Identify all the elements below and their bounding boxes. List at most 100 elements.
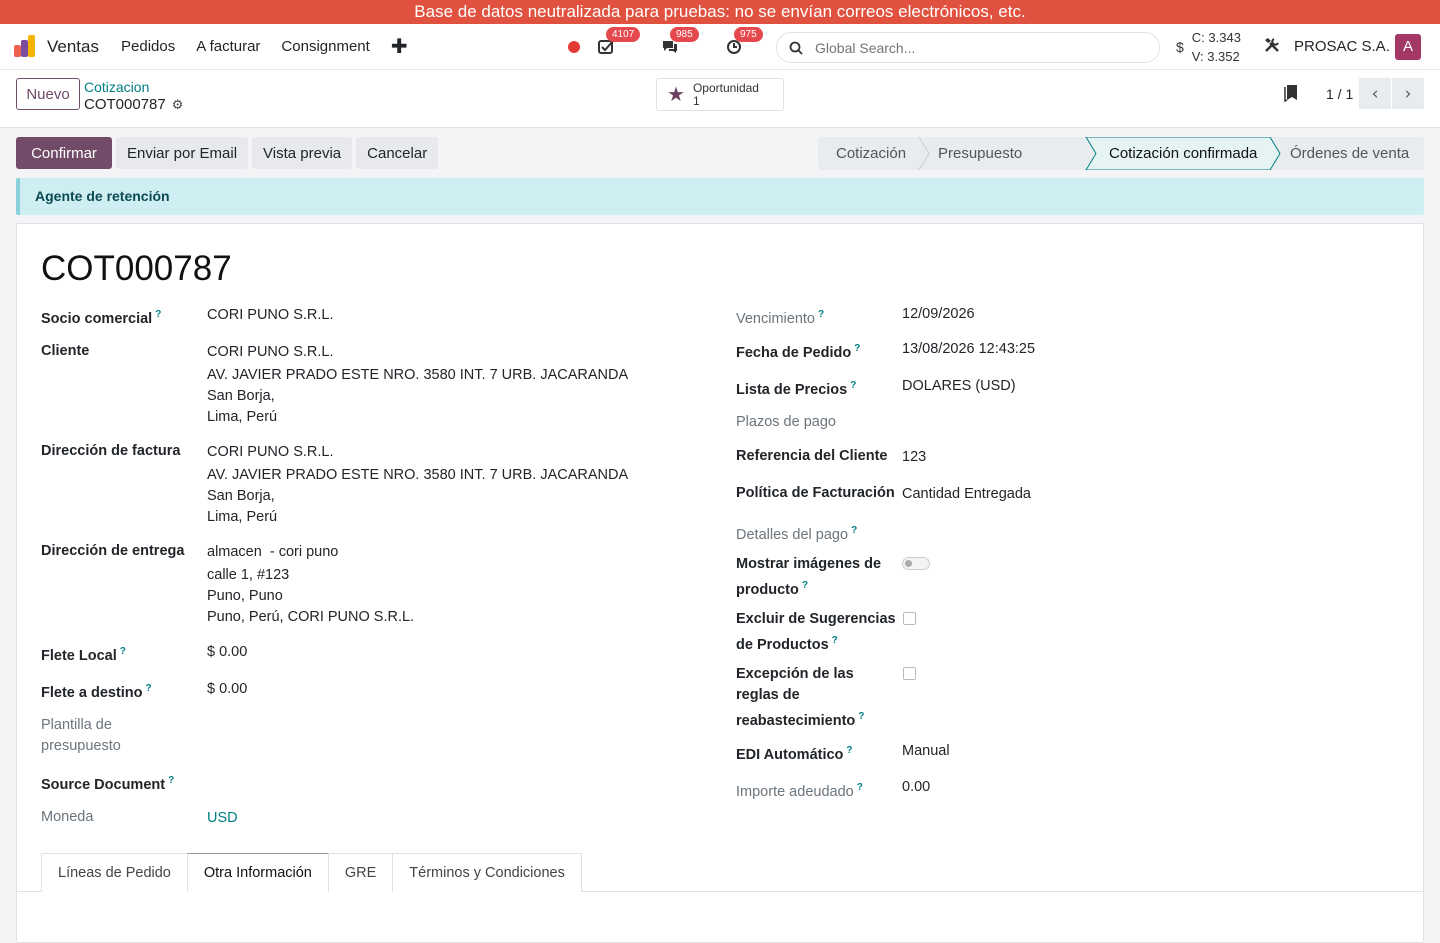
cliente-line-3: San Borja,: [207, 388, 275, 404]
moneda-label: Moneda: [41, 809, 94, 825]
new-button[interactable]: Nuevo: [16, 78, 80, 110]
systray: 4107 985 975: [568, 24, 788, 70]
opportunity-smart-button[interactable]: ★ Oportunidad 1: [656, 78, 784, 111]
politica-facturacion-label: Política de Facturación: [736, 485, 895, 501]
breadcrumb-current: COT000787 ⚙: [84, 96, 183, 113]
global-search-input[interactable]: [815, 39, 1135, 56]
pager-value[interactable]: 1 / 1: [1326, 86, 1353, 102]
help-icon[interactable]: ?: [155, 309, 161, 320]
factura-line-3: San Borja,: [207, 488, 275, 504]
politica-facturacion-value[interactable]: Cantidad Entregada: [902, 484, 1031, 505]
help-icon[interactable]: ?: [818, 309, 824, 320]
form-actions: Confirmar Enviar por Email Vista previa …: [16, 137, 442, 169]
menu-consignment[interactable]: Consignment: [281, 38, 369, 55]
entrega-line-2: calle 1, #123: [207, 567, 290, 583]
direccion-entrega-label: Dirección de entrega: [41, 543, 185, 559]
stage-ordenes-de-venta[interactable]: Órdenes de venta: [1270, 137, 1424, 170]
rate-venta: V: 3.352: [1191, 49, 1240, 64]
messages-icon[interactable]: 985: [660, 27, 699, 57]
cliente-line-4: Lima, Perú: [207, 409, 278, 425]
tab-otra-informacion[interactable]: Otra Información: [186, 853, 329, 892]
help-icon[interactable]: ?: [851, 525, 857, 536]
plus-icon[interactable]: ✚: [391, 34, 408, 59]
referencia-cliente-value[interactable]: 123: [902, 447, 926, 468]
help-icon[interactable]: ?: [832, 635, 838, 646]
entrega-line-4: Puno, Perú, CORI PUNO S.R.L.: [207, 609, 415, 625]
socio-comercial-label: Socio comercial?: [41, 309, 162, 327]
stage-presupuesto-enviado[interactable]: Presupuesto enviado: [919, 137, 1086, 195]
top-navbar: Ventas Pedidos A facturar Consignment ✚ …: [0, 24, 1440, 70]
flete-destino-label: Flete a destino?: [41, 683, 152, 701]
record-icon[interactable]: [568, 41, 580, 53]
flete-local-value[interactable]: $ 0.00: [207, 642, 247, 663]
help-icon[interactable]: ?: [858, 711, 864, 722]
stage-cotizacion-confirmada[interactable]: Cotización confirmada: [1086, 137, 1270, 170]
vencimiento-label: Vencimiento?: [736, 309, 825, 327]
activity-badge: 4107: [606, 27, 641, 42]
help-icon[interactable]: ?: [146, 683, 152, 694]
importe-adeudado-label: Importe adeudado?: [736, 782, 863, 800]
plantilla-label-line-1: Plantilla de: [41, 717, 112, 733]
plantilla-label-line-2: presupuesto: [41, 738, 121, 754]
menu-a-facturar[interactable]: A facturar: [196, 38, 260, 55]
lista-precios-value[interactable]: DOLARES (USD): [902, 376, 1016, 397]
help-icon[interactable]: ?: [168, 775, 174, 786]
confirm-button[interactable]: Confirmar: [16, 137, 112, 169]
entrega-line-1[interactable]: almacen - cori puno: [207, 542, 338, 563]
menu-pedidos[interactable]: Pedidos: [121, 38, 175, 55]
tab-gre[interactable]: GRE: [327, 853, 394, 892]
edi-automatico-value[interactable]: Manual: [902, 741, 950, 762]
rate-compra: C: 3.343: [1191, 30, 1241, 45]
notebook-tabs: Líneas de Pedido Otra Información GRE Té…: [41, 853, 582, 892]
app-name[interactable]: Ventas: [47, 37, 99, 57]
mostrar-imagenes-label-2: producto?: [736, 580, 808, 598]
page-title: COT000787: [41, 249, 232, 288]
app-logo-icon[interactable]: [14, 34, 38, 59]
clock-icon[interactable]: 975: [724, 27, 763, 57]
cliente-label: Cliente: [41, 343, 90, 359]
direccion-factura-label: Dirección de factura: [41, 443, 181, 459]
user-avatar[interactable]: A: [1395, 34, 1421, 60]
pager-next-button[interactable]: ›: [1392, 78, 1424, 109]
cliente-line-2: AV. JAVIER PRADO ESTE NRO. 3580 INT. 7 U…: [207, 367, 629, 383]
help-icon[interactable]: ?: [802, 580, 808, 591]
factura-line-1[interactable]: CORI PUNO S.R.L.: [207, 442, 334, 463]
socio-comercial-value[interactable]: CORI PUNO S.R.L.: [207, 305, 334, 326]
tools-icon[interactable]: [1264, 37, 1280, 58]
pager-previous-button[interactable]: ‹: [1359, 78, 1391, 109]
mostrar-imagenes-toggle[interactable]: [902, 557, 930, 570]
gear-icon[interactable]: ⚙: [172, 97, 184, 112]
excluir-sugerencias-label-1: Excluir de Sugerencias: [736, 611, 896, 627]
excluir-sugerencias-checkbox[interactable]: [903, 612, 916, 625]
send-email-button[interactable]: Enviar por Email: [116, 137, 249, 169]
dollar-icon: $: [1176, 39, 1184, 55]
moneda-value[interactable]: USD: [207, 808, 238, 829]
smart-button-label: Oportunidad: [692, 80, 759, 95]
cliente-line-1[interactable]: CORI PUNO S.R.L.: [207, 342, 334, 363]
help-icon[interactable]: ?: [120, 646, 126, 657]
help-icon[interactable]: ?: [846, 745, 852, 756]
help-icon[interactable]: ?: [857, 782, 863, 793]
test-database-banner: Base de datos neutralizada para pruebas:…: [0, 0, 1440, 24]
excepcion-reglas-label-2: reglas de: [736, 687, 800, 703]
status-bar: Cotización Presupuesto enviado Cotizació…: [818, 137, 1424, 195]
vencimiento-value[interactable]: 12/09/2026: [902, 304, 975, 325]
flete-destino-value[interactable]: $ 0.00: [207, 679, 247, 700]
stage-cotizacion[interactable]: Cotización: [818, 137, 919, 170]
fecha-pedido-value[interactable]: 13/08/2026 12:43:25: [902, 339, 1035, 360]
global-search[interactable]: [776, 32, 1160, 63]
excepcion-reglas-checkbox[interactable]: [903, 667, 916, 680]
help-icon[interactable]: ?: [854, 343, 860, 354]
breadcrumb-parent[interactable]: Cotizacion: [84, 79, 149, 95]
cancel-button[interactable]: Cancelar: [356, 137, 439, 169]
flete-local-label: Flete Local?: [41, 646, 126, 664]
tab-terminos-condiciones[interactable]: Términos y Condiciones: [392, 853, 582, 892]
excepcion-reglas-label-3: reabastecimiento?: [736, 711, 865, 729]
bookmark-icon[interactable]: [1284, 84, 1298, 102]
activity-icon[interactable]: 4107: [596, 27, 641, 57]
tab-lineas-pedido[interactable]: Líneas de Pedido: [41, 853, 188, 892]
preview-button[interactable]: Vista previa: [252, 137, 353, 169]
help-icon[interactable]: ?: [850, 380, 856, 391]
company-name[interactable]: PROSAC S.A.: [1294, 38, 1390, 55]
control-panel: Nuevo Cotizacion COT000787 ⚙ ★ Oportunida…: [0, 70, 1440, 128]
